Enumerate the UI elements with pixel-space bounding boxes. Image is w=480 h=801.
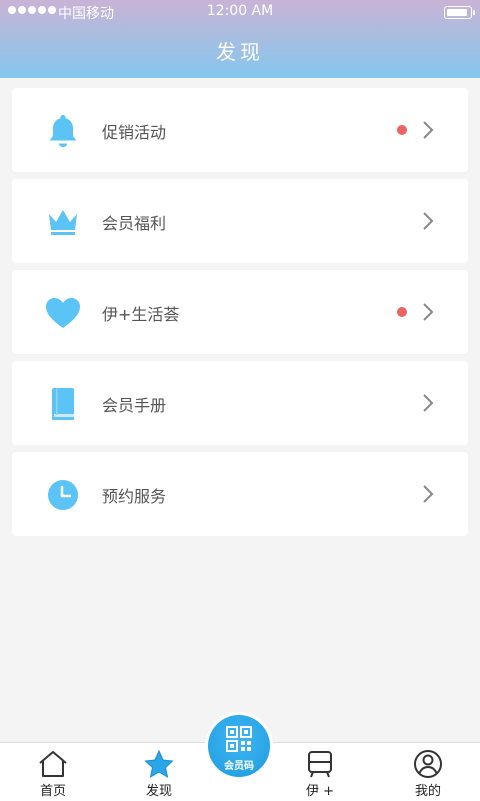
tab-discover[interactable]: 发现 [119,743,199,801]
status-bar: 中国移动 12:00 AM [0,0,480,24]
menu-item-member-handbook[interactable]: 会员手册 [12,361,468,445]
tab-yi-plus[interactable]: 伊 + [280,743,360,801]
menu-item-life-club[interactable]: 伊+生活荟 [12,270,468,354]
member-code-button[interactable]: 会员码 [205,712,273,780]
battery-icon [444,6,475,19]
member-code-label: 会员码 [224,761,254,772]
cart-icon [308,751,332,778]
menu-item-label: 伊+生活荟 [102,305,180,324]
page-title: 发现 [216,40,264,64]
clock-icon [44,476,82,514]
menu-item-member-benefits[interactable]: 会员福利 [12,179,468,263]
tab-home[interactable]: 首页 [13,743,93,801]
tab-label: 我的 [414,784,441,799]
star-icon [144,749,174,779]
bell-icon [44,112,82,150]
chevron-right-icon [423,485,434,503]
tab-label: 伊 + [305,784,335,799]
chevron-right-icon [423,121,434,139]
menu-item-label: 会员福利 [102,214,167,233]
notification-dot [397,307,407,317]
chevron-right-icon [423,212,434,230]
home-icon [39,751,67,777]
menu-item-label: 促销活动 [102,123,167,142]
header: 中国移动 12:00 AM 发现 [0,0,480,78]
chevron-right-icon [423,303,434,321]
menu-item-label: 预约服务 [102,487,167,506]
notification-dot [397,125,407,135]
tab-label: 发现 [145,784,172,799]
menu-item-label: 会员手册 [102,396,167,415]
tab-mine[interactable]: 我的 [388,743,468,801]
book-icon [44,385,82,423]
tab-label: 首页 [39,784,66,799]
menu-item-promotions[interactable]: 促销活动 [12,88,468,172]
chevron-right-icon [423,394,434,412]
user-icon [414,750,442,778]
menu-item-reservation[interactable]: 预约服务 [12,452,468,536]
qr-code-icon [226,726,252,752]
status-time: 12:00 AM [206,3,274,19]
member-code-circle: 会员码 [208,715,270,777]
heart-icon [44,294,82,332]
crown-icon [44,203,82,241]
